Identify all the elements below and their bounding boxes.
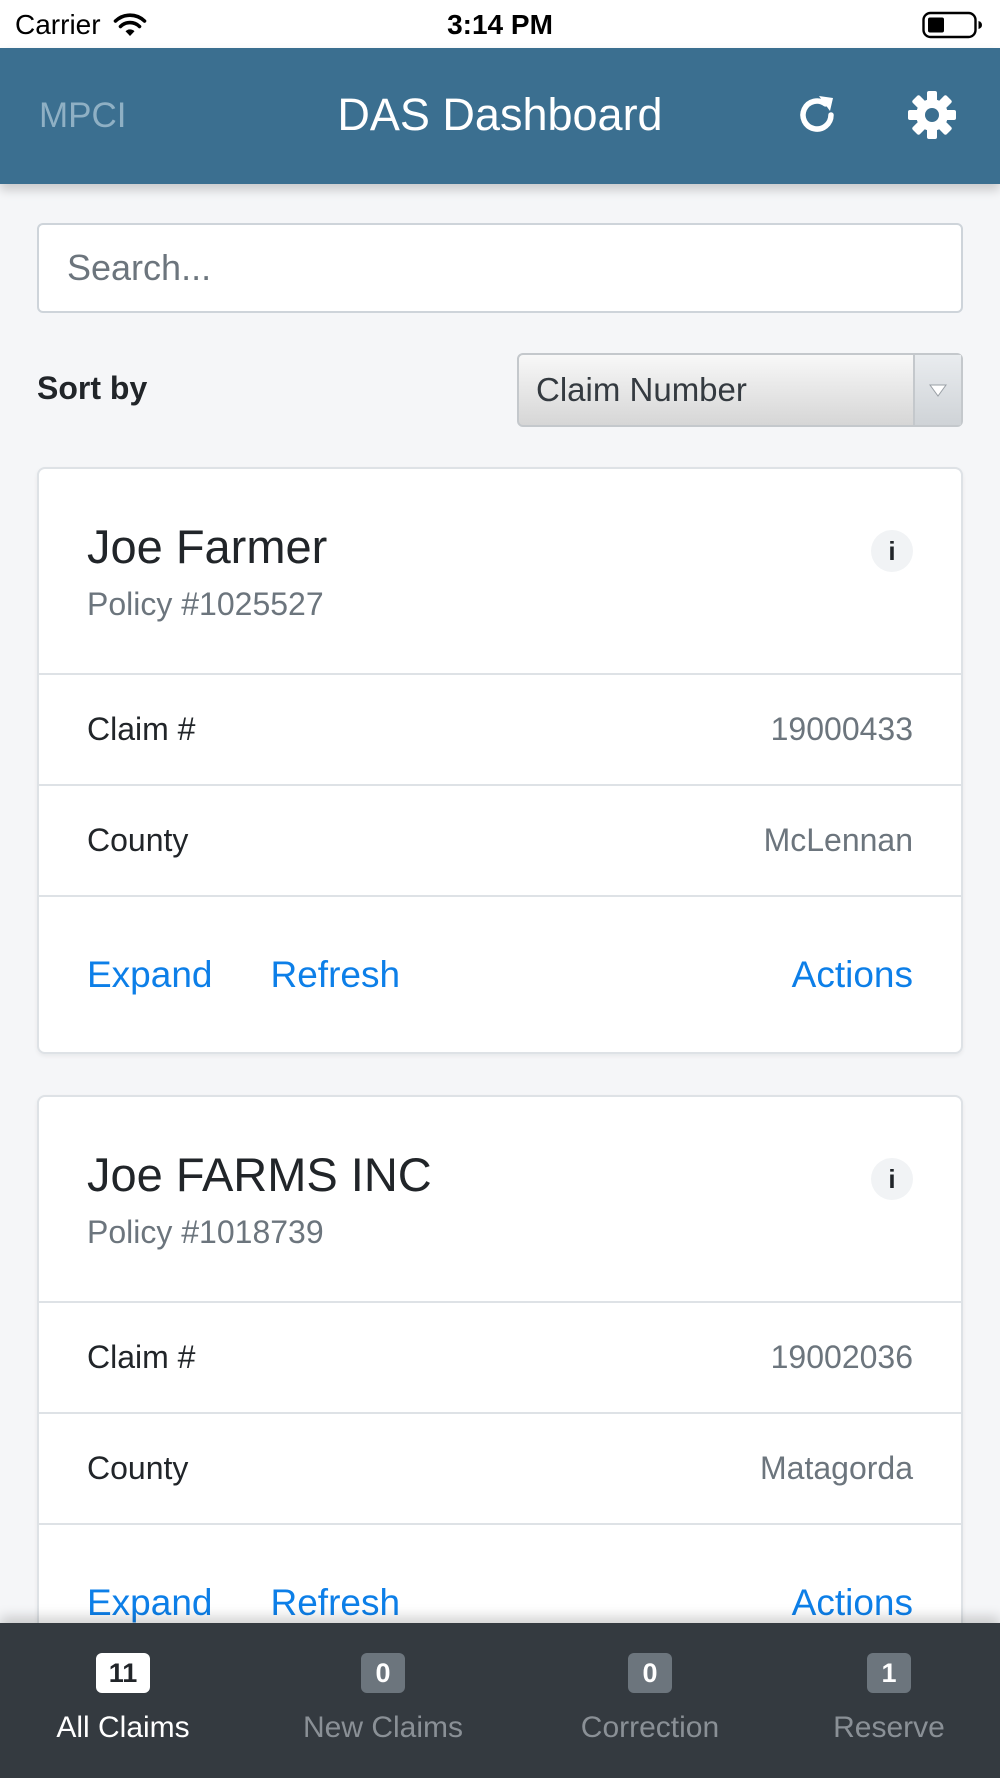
expand-link[interactable]: Expand — [87, 954, 213, 996]
actions-link[interactable]: Actions — [792, 1582, 913, 1624]
status-bar: Carrier 3:14 PM — [0, 0, 1000, 48]
status-time: 3:14 PM — [447, 9, 553, 40]
bottom-tab-bar: 11 All Claims 0 New Claims 0 Correction … — [0, 1623, 1000, 1778]
tab-label: New Claims — [302, 1711, 464, 1744]
refresh-link[interactable]: Refresh — [271, 1582, 401, 1624]
claim-card-header: Joe FARMS INC Policy #1018739 i — [39, 1097, 961, 1303]
county-label: County — [87, 822, 189, 858]
claim-number-label: Claim # — [87, 711, 196, 747]
county-row: County Matagorda — [39, 1414, 961, 1525]
page-title: DAS Dashboard — [337, 89, 663, 140]
tab-new-claims[interactable]: 0 New Claims — [293, 1623, 473, 1778]
app-header: MPCI DAS Dashboard — [0, 48, 1000, 184]
claim-number-row: Claim # 19002036 — [39, 1303, 961, 1414]
claim-card-actions: Expand Refresh Actions — [39, 897, 961, 1052]
chevron-down-icon — [929, 384, 947, 397]
tab-reserve[interactable]: 1 Reserve — [818, 1623, 960, 1778]
claim-card: Joe Farmer Policy #1025527 i Claim # 190… — [37, 467, 963, 1054]
tab-count-badge: 1 — [867, 1653, 911, 1693]
tab-label: All Claims — [56, 1711, 190, 1744]
policy-number: Policy #1025527 — [87, 586, 324, 622]
claim-card-header: Joe Farmer Policy #1025527 i — [39, 469, 961, 675]
tab-count-badge: 0 — [628, 1653, 672, 1693]
claim-number-row: Claim # 19000433 — [39, 675, 961, 786]
tab-count-badge: 11 — [96, 1653, 150, 1693]
claim-number-value: 19002036 — [770, 1339, 913, 1375]
sort-label: Sort by — [37, 370, 148, 406]
search-input[interactable] — [37, 223, 963, 313]
insured-name: Joe Farmer — [87, 520, 328, 573]
county-label: County — [87, 1450, 189, 1486]
county-value: Matagorda — [760, 1450, 913, 1486]
gear-icon[interactable] — [907, 90, 957, 140]
tab-count-badge: 0 — [361, 1653, 405, 1693]
claim-card: Joe FARMS INC Policy #1018739 i Claim # … — [37, 1095, 963, 1655]
county-row: County McLennan — [39, 786, 961, 897]
county-value: McLennan — [763, 822, 913, 858]
tab-label: Correction — [580, 1711, 720, 1744]
claim-number-label: Claim # — [87, 1339, 196, 1375]
claim-number-value: 19000433 — [770, 711, 913, 747]
sort-dropdown-arrow[interactable] — [913, 355, 961, 425]
expand-link[interactable]: Expand — [87, 1582, 213, 1624]
refresh-icon[interactable] — [792, 90, 842, 140]
info-button[interactable]: i — [871, 530, 913, 572]
sort-select[interactable]: Claim Number — [517, 353, 963, 427]
tab-label: Reserve — [833, 1711, 945, 1744]
policy-number: Policy #1018739 — [87, 1214, 324, 1250]
insured-name: Joe FARMS INC — [87, 1148, 432, 1201]
tab-all-claims[interactable]: 11 All Claims — [42, 1623, 204, 1778]
refresh-link[interactable]: Refresh — [271, 954, 401, 996]
tab-correction[interactable]: 0 Correction — [569, 1623, 731, 1778]
battery-icon — [922, 11, 982, 39]
actions-link[interactable]: Actions — [792, 954, 913, 996]
sort-selected-value: Claim Number — [536, 371, 747, 408]
info-button[interactable]: i — [871, 1158, 913, 1200]
